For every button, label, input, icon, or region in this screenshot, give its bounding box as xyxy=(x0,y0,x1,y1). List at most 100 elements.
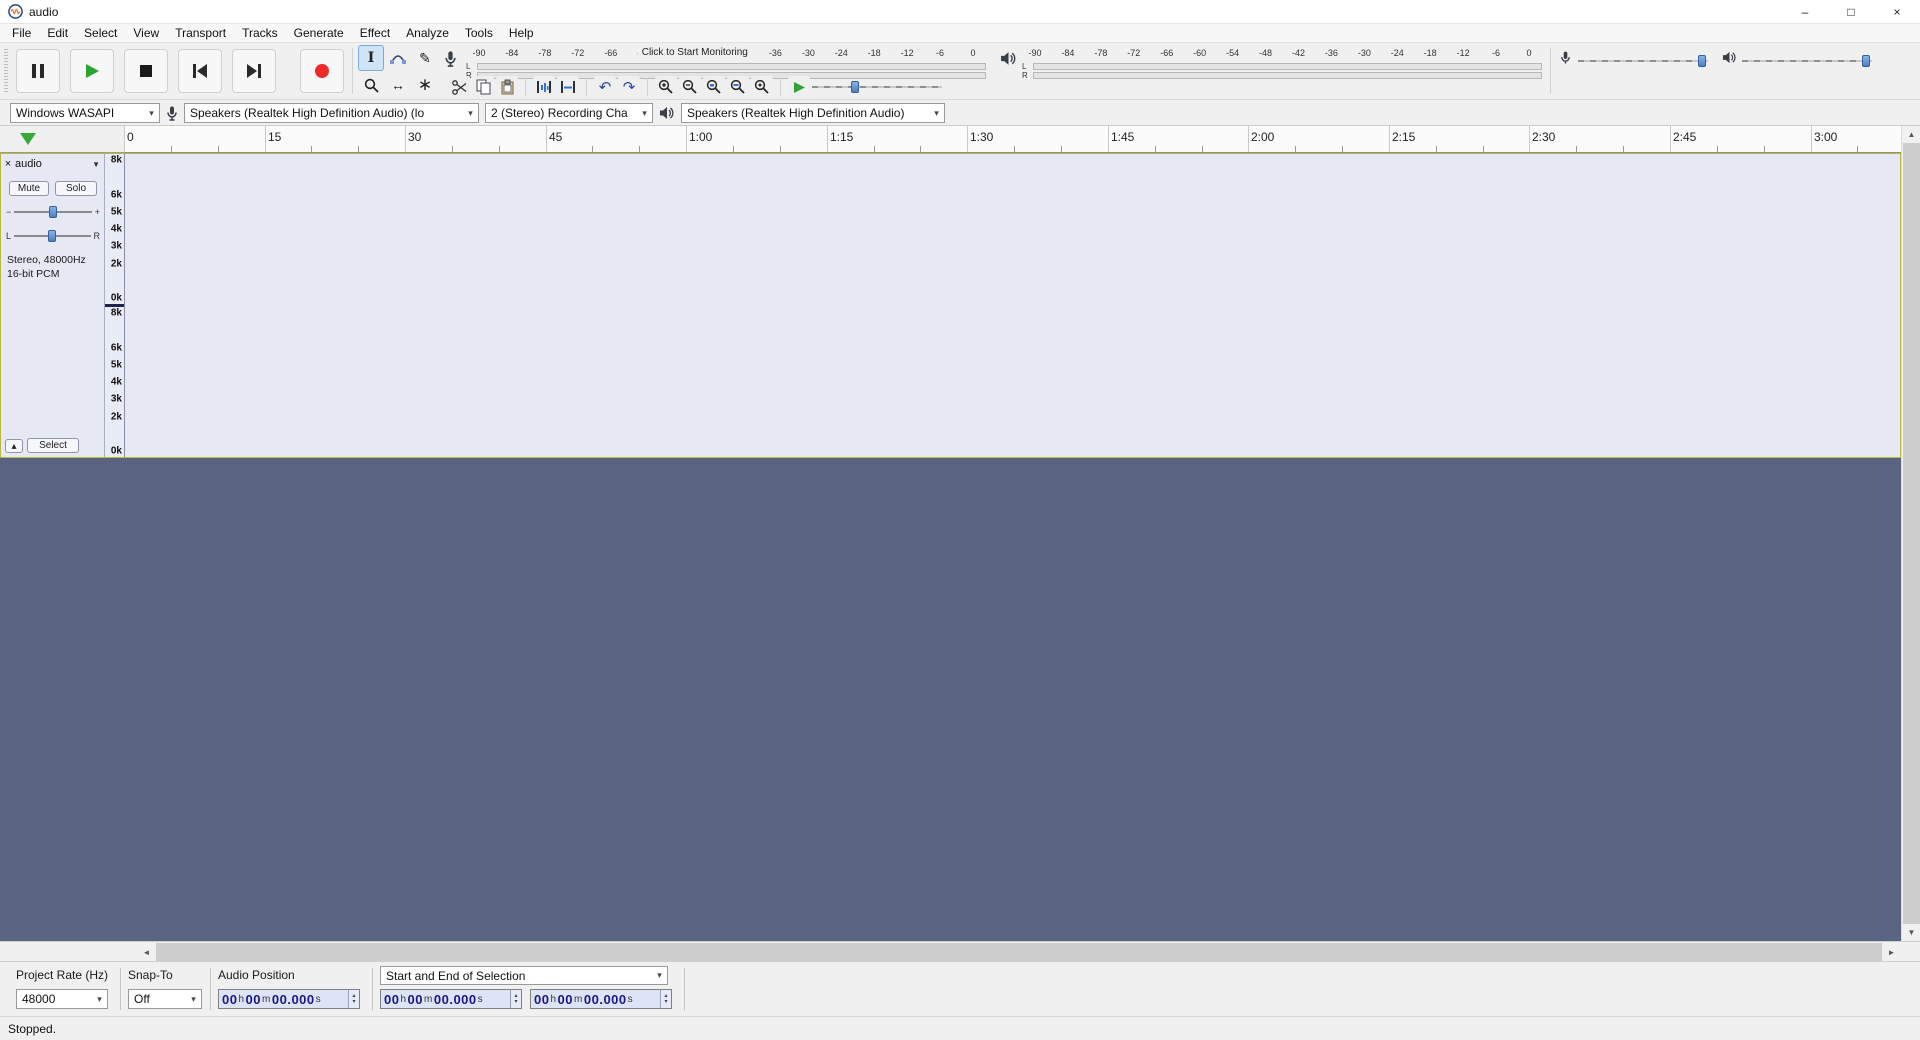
timeline-ruler[interactable]: 01530451:001:151:301:452:002:152:302:453… xyxy=(124,126,1901,153)
pause-button[interactable] xyxy=(16,49,60,93)
horizontal-scrollbar-thumb[interactable] xyxy=(156,943,1882,961)
recording-device-select[interactable]: Speakers (Realtek High Definition Audio)… xyxy=(184,103,479,123)
zoom-selection-button[interactable] xyxy=(703,76,725,98)
undo-button[interactable]: ↶ xyxy=(594,76,616,98)
time-digit: 0 xyxy=(558,992,566,1007)
slider-thumb[interactable] xyxy=(49,206,57,218)
select-track-button[interactable]: Select xyxy=(27,438,79,453)
timeshift-tool-button[interactable]: ↔ xyxy=(385,72,411,98)
selection-mode-select[interactable]: Start and End of Selection ▾ xyxy=(380,966,668,985)
copy-button[interactable] xyxy=(472,76,494,98)
skip-to-start-button[interactable] xyxy=(178,49,222,93)
skip-to-end-button[interactable] xyxy=(232,49,276,93)
pan-slider[interactable]: L R xyxy=(6,228,100,244)
playback-device-select[interactable]: Speakers (Realtek High Definition Audio)… xyxy=(681,103,945,123)
minimize-button[interactable]: – xyxy=(1782,0,1828,23)
close-button[interactable]: × xyxy=(1874,0,1920,23)
selection-start-field[interactable]: 00h00m00.000s ▴ ▾ xyxy=(380,989,522,1009)
gain-slider[interactable]: − + xyxy=(6,204,100,220)
play-at-speed-button[interactable] xyxy=(788,76,810,98)
audio-host-select[interactable]: Windows WASAPI ▾ xyxy=(10,103,160,123)
selection-end-field[interactable]: 00h00m00.000s ▴ ▾ xyxy=(530,989,672,1009)
vertical-scrollbar-thumb[interactable] xyxy=(1903,143,1920,924)
menu-select[interactable]: Select xyxy=(76,24,125,42)
zoom-out-button[interactable] xyxy=(679,76,701,98)
menu-tools[interactable]: Tools xyxy=(457,24,501,42)
cut-button[interactable] xyxy=(448,76,470,98)
meter-scale-label: 0 xyxy=(970,48,975,58)
menu-generate[interactable]: Generate xyxy=(286,24,352,42)
spin-down-icon[interactable]: ▾ xyxy=(664,999,667,1005)
time-spinner[interactable]: ▴ ▾ xyxy=(510,990,521,1008)
monitor-label[interactable]: Click to Start Monitoring xyxy=(638,47,752,58)
scroll-down-button[interactable]: ▼ xyxy=(1902,924,1920,941)
collapse-track-button[interactable]: ▴ xyxy=(5,439,23,453)
paste-button[interactable] xyxy=(496,76,518,98)
zoom-toggle-button[interactable] xyxy=(751,76,773,98)
playback-meter[interactable]: -90-84-78-72-66-60-54-48-42-36-30-24-18-… xyxy=(1022,48,1542,78)
menu-tracks[interactable]: Tracks xyxy=(234,24,286,42)
snap-to-label: Snap-To xyxy=(128,968,173,982)
maximize-button[interactable]: □ xyxy=(1828,0,1874,23)
spectrogram-canvas[interactable] xyxy=(125,154,1900,457)
recording-channels-select[interactable]: 2 (Stereo) Recording Cha ▾ xyxy=(485,103,653,123)
menu-analyze[interactable]: Analyze xyxy=(398,24,457,42)
slider-thumb[interactable] xyxy=(851,81,859,93)
timeline-tick-major xyxy=(827,126,828,152)
slider-thumb[interactable] xyxy=(1698,55,1706,67)
multi-tool-button[interactable]: ∗ xyxy=(412,72,438,98)
scroll-up-button[interactable]: ▲ xyxy=(1902,126,1920,143)
stop-button[interactable] xyxy=(124,49,168,93)
snap-to-select[interactable]: Off ▾ xyxy=(128,989,202,1009)
slider-thumb[interactable] xyxy=(1862,55,1870,67)
play-speed-slider[interactable] xyxy=(812,79,942,95)
slider-thumb[interactable] xyxy=(48,230,56,242)
redo-button[interactable]: ↷ xyxy=(618,76,640,98)
track-name[interactable]: audio xyxy=(15,158,42,170)
recording-meter[interactable]: Click to Start Monitoring -90-84-78-72-6… xyxy=(466,48,986,78)
menu-effect[interactable]: Effect xyxy=(352,24,398,42)
zoom-tool-button[interactable] xyxy=(358,72,384,98)
project-rate-value: 48000 xyxy=(22,992,92,1006)
track-menu-button[interactable]: ▼ xyxy=(92,160,100,169)
frequency-ruler[interactable]: 8k6k5k4k3k2k0k 8k6k5k4k3k2k0k xyxy=(105,154,125,457)
menu-file[interactable]: File xyxy=(4,24,39,42)
play-position-pin-icon[interactable] xyxy=(20,133,36,145)
skip-end-icon xyxy=(245,62,263,80)
project-rate-select[interactable]: 48000 ▾ xyxy=(16,989,108,1009)
spin-down-icon[interactable]: ▾ xyxy=(514,999,517,1005)
horizontal-scrollbar[interactable]: ◄ ► xyxy=(137,942,1901,962)
spin-down-icon[interactable]: ▾ xyxy=(352,999,355,1005)
zoom-in-button[interactable] xyxy=(655,76,677,98)
mute-button[interactable]: Mute xyxy=(9,181,49,196)
menu-help[interactable]: Help xyxy=(501,24,542,42)
time-spinner[interactable]: ▴ ▾ xyxy=(660,990,671,1008)
zoom-fit-button[interactable] xyxy=(727,76,749,98)
scroll-right-button[interactable]: ► xyxy=(1882,942,1901,962)
menu-transport[interactable]: Transport xyxy=(167,24,234,42)
recording-volume-slider[interactable] xyxy=(1578,53,1708,69)
audio-position-field[interactable]: 00h00m00.000s ▴ ▾ xyxy=(218,989,360,1009)
time-digit: 0 xyxy=(408,992,416,1007)
selection-tool-button[interactable]: I xyxy=(358,45,384,71)
silence-audio-button[interactable] xyxy=(557,76,579,98)
record-button[interactable] xyxy=(300,49,344,93)
track-close-button[interactable]: × xyxy=(1,158,15,170)
solo-button[interactable]: Solo xyxy=(55,181,97,196)
scroll-left-button[interactable]: ◄ xyxy=(137,942,156,962)
menu-edit[interactable]: Edit xyxy=(39,24,76,42)
vertical-scrollbar[interactable]: ▲ ▼ xyxy=(1901,126,1920,941)
meter-bar-right xyxy=(1033,72,1542,79)
time-digit: 0 xyxy=(534,992,542,1007)
draw-tool-button[interactable]: ✎ xyxy=(412,45,438,71)
trim-audio-button[interactable] xyxy=(533,76,555,98)
playback-volume-slider[interactable] xyxy=(1742,53,1872,69)
time-digits: 00h00m00.000s xyxy=(531,990,660,1008)
track-area[interactable]: × audio ▼ Mute Solo − + L R Stereo, 4800… xyxy=(0,153,1901,941)
menu-view[interactable]: View xyxy=(125,24,167,42)
meter-scale-label: -12 xyxy=(1457,48,1470,58)
envelope-tool-button[interactable] xyxy=(385,45,411,71)
toolbar-grip[interactable] xyxy=(4,49,8,93)
play-button[interactable] xyxy=(70,49,114,93)
time-spinner[interactable]: ▴ ▾ xyxy=(348,990,359,1008)
